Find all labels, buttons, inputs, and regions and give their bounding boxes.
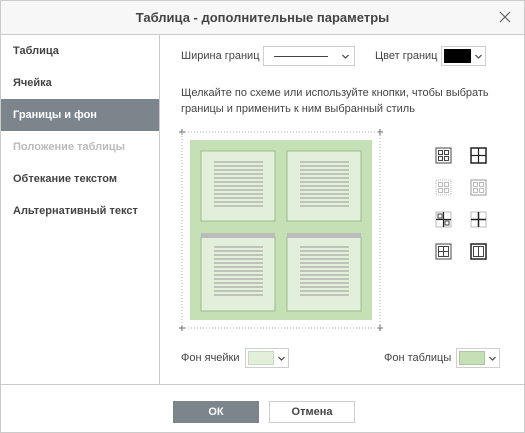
border-width-label: Ширина границ (181, 50, 260, 62)
chevron-down-icon (475, 54, 482, 59)
border-width-preview (274, 56, 328, 57)
sidebar-item-borders-background[interactable]: Границы и фон (1, 99, 159, 131)
sidebar-item-text-wrapping[interactable]: Обтекание текстом (1, 163, 159, 195)
outer-borders-icon[interactable] (435, 243, 452, 260)
borders-help-text: Щелкайте по схеме или используйте кнопки… (181, 87, 489, 115)
border-color-swatch (444, 49, 471, 63)
border-width-select[interactable] (263, 46, 355, 66)
chevron-down-icon (489, 356, 496, 361)
border-color-picker[interactable] (441, 46, 486, 66)
sidebar-item-table[interactable]: Таблица (1, 35, 159, 67)
border-color-label: Цвет границ (375, 50, 438, 62)
outer-borders-only-icon[interactable] (470, 179, 487, 196)
all-borders-icon[interactable] (435, 147, 452, 164)
close-icon[interactable] (496, 8, 514, 26)
table-background-swatch (459, 351, 485, 365)
chevron-down-icon (342, 54, 349, 59)
table-advanced-settings-dialog: Таблица - дополнительные параметры Табли… (0, 0, 525, 433)
cell-background-label: Фон ячейки (181, 352, 240, 364)
table-background-picker[interactable] (456, 348, 500, 368)
footer-divider (1, 384, 524, 385)
dialog-titlebar: Таблица - дополнительные параметры (1, 1, 524, 35)
thick-outer-borders-icon[interactable] (470, 243, 487, 260)
border-preview-diagram[interactable] (179, 129, 383, 331)
ok-button[interactable]: ОК (173, 401, 259, 423)
sidebar-item-alt-text[interactable]: Альтернативный текст (1, 195, 159, 227)
cell-background-picker[interactable] (245, 348, 289, 368)
dialog-title: Таблица - дополнительные параметры (135, 10, 390, 25)
sidebar-item-table-position: Положение таблицы (13, 141, 126, 153)
sidebar-item-cell[interactable]: Ячейка (1, 67, 159, 99)
sidebar: Таблица Ячейка Границы и фон Положение т… (1, 35, 160, 384)
cell-background-swatch (248, 351, 274, 365)
no-borders-icon[interactable] (435, 179, 452, 196)
table-background-label: Фон таблицы (384, 352, 452, 364)
inner-borders-icon[interactable] (435, 211, 452, 228)
outer-and-inner-borders-icon[interactable] (470, 147, 487, 164)
inner-cross-borders-icon[interactable] (470, 211, 487, 228)
chevron-down-icon (278, 356, 285, 361)
cancel-button[interactable]: Отмена (269, 401, 355, 423)
